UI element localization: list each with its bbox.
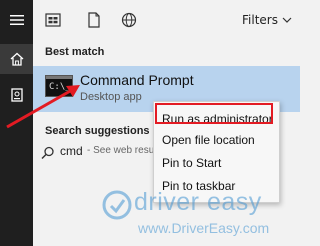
result-title: Command Prompt — [80, 72, 194, 88]
best-match-heading: Best match — [45, 46, 105, 58]
filters-dropdown[interactable]: Filters — [242, 13, 292, 27]
globe-icon[interactable] — [121, 12, 137, 28]
driver-easy-logo-icon — [102, 190, 132, 220]
document-icon[interactable] — [86, 12, 102, 28]
search-suggestions-heading: Search suggestions — [45, 125, 150, 137]
pin-to-taskbar-item[interactable]: Pin to taskbar — [162, 179, 235, 193]
suggestion-hint: - See web resu — [87, 145, 155, 156]
search-icon — [41, 146, 54, 160]
suggestion-query: cmd — [60, 144, 83, 158]
pin-to-start-item[interactable]: Pin to Start — [162, 156, 221, 170]
result-subtitle: Desktop app — [80, 91, 142, 103]
watermark-url: www.DriverEasy.com — [138, 220, 270, 236]
home-button[interactable] — [0, 44, 33, 74]
hamburger-menu-button[interactable] — [0, 5, 33, 35]
open-file-location-item[interactable]: Open file location — [162, 133, 255, 147]
hamburger-menu-icon — [9, 15, 24, 25]
documents-button[interactable] — [0, 80, 33, 110]
chevron-down-icon — [282, 17, 292, 23]
context-menu: Run as administrator Open file location … — [153, 101, 280, 203]
search-filter-bar: Filters — [33, 0, 300, 40]
run-as-administrator-item[interactable]: Run as administrator — [162, 112, 273, 126]
left-rail — [0, 0, 33, 246]
command-prompt-icon: C:\_ — [45, 75, 73, 97]
document-box-icon — [10, 88, 23, 102]
apps-icon[interactable] — [45, 12, 61, 28]
home-icon — [10, 52, 23, 66]
filters-label: Filters — [242, 13, 278, 27]
